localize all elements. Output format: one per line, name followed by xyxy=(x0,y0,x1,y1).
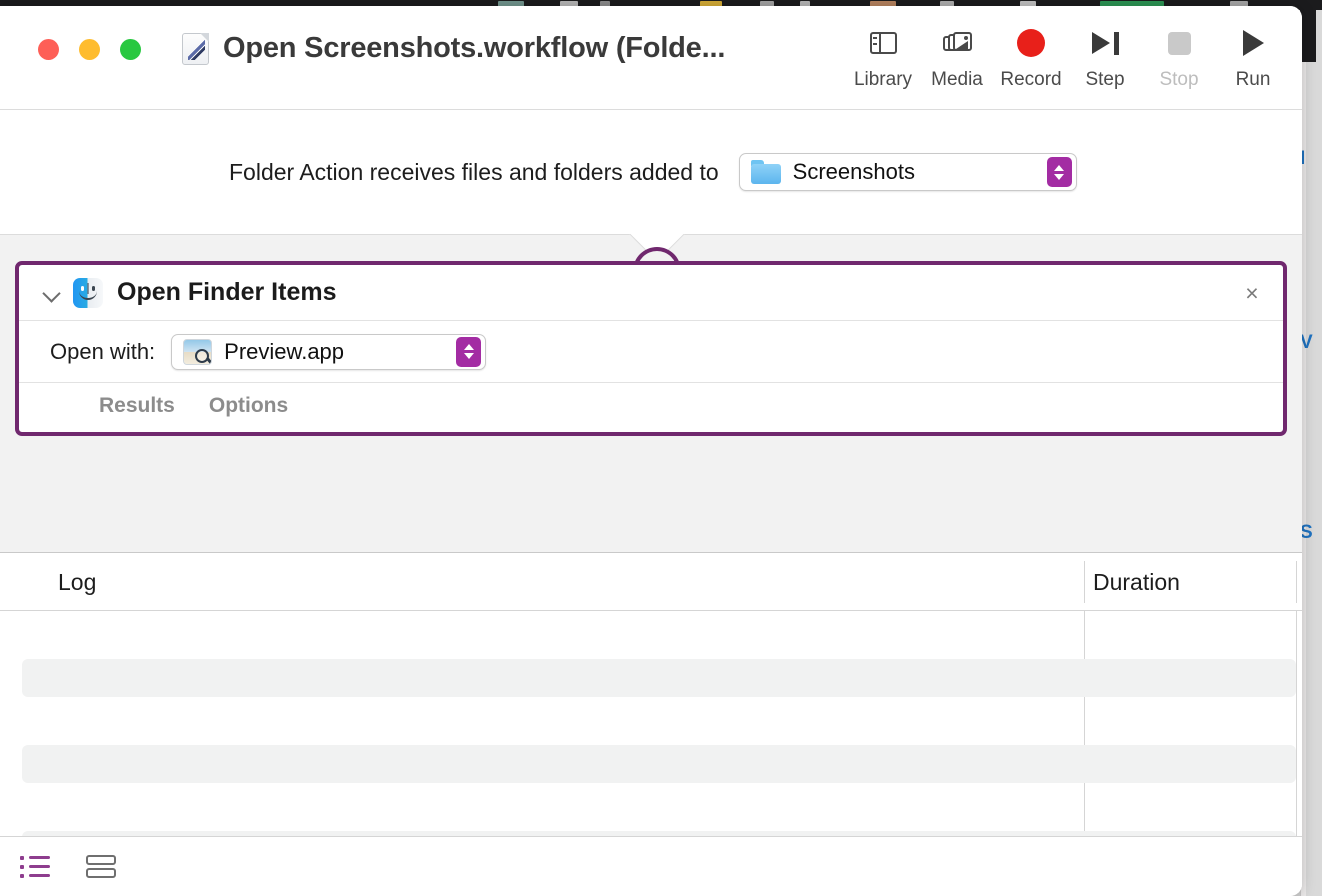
folder-popup-value: Screenshots xyxy=(792,159,915,184)
action-card-open-finder-items[interactable]: Open Finder Items × Open with: Preview.a… xyxy=(15,261,1287,436)
column-header-log[interactable]: Log xyxy=(58,569,96,596)
stop-square-icon xyxy=(1153,22,1205,64)
log-column-divider-2 xyxy=(1296,611,1297,859)
close-window-button[interactable] xyxy=(38,39,59,60)
log-column-divider-1 xyxy=(1084,611,1085,859)
open-with-popup-stepper-icon[interactable] xyxy=(456,336,482,367)
record-circle-icon xyxy=(1005,22,1057,64)
split-view-icon[interactable] xyxy=(86,854,116,879)
action-title: Open Finder Items xyxy=(117,278,337,306)
toolbar-button-step[interactable]: Step xyxy=(1068,22,1142,91)
folder-action-receives-row: Folder Action receives files and folders… xyxy=(0,110,1302,235)
step-forward-icon xyxy=(1079,22,1131,64)
tab-options[interactable]: Options xyxy=(209,394,288,418)
table-row[interactable] xyxy=(22,659,1296,697)
library-sidebar-icon xyxy=(857,22,909,64)
titlebar: Open Screenshots.workflow (Folde... Libr… xyxy=(0,6,1302,110)
media-photos-icon xyxy=(931,22,983,64)
list-view-icon[interactable] xyxy=(20,855,50,878)
action-card-header: Open Finder Items × xyxy=(19,265,1283,321)
action-card-tabs: Results Options xyxy=(19,383,1283,429)
log-table-header: Log Duration xyxy=(0,553,1302,611)
toolbar-label-media: Media xyxy=(931,69,983,90)
window-title-group: Open Screenshots.workflow (Folde... xyxy=(182,32,725,65)
column-separator-2[interactable] xyxy=(1296,561,1297,603)
window-title: Open Screenshots.workflow (Folde... xyxy=(223,32,726,64)
toolbar-button-run[interactable]: Run xyxy=(1216,22,1290,91)
toolbar-label-step: Step xyxy=(1085,69,1125,90)
screen: I V S Open Screenshots.workflow (Folde..… xyxy=(0,0,1322,896)
folder-popup-button[interactable]: Screenshots xyxy=(738,153,1077,191)
finder-face-icon xyxy=(73,277,103,308)
toolbar-button-record[interactable]: Record xyxy=(994,22,1068,91)
minimize-window-button[interactable] xyxy=(79,39,100,60)
blue-folder-icon xyxy=(750,160,781,184)
run-play-icon xyxy=(1227,22,1279,64)
close-icon[interactable]: × xyxy=(1239,280,1265,306)
tab-results[interactable]: Results xyxy=(99,394,175,418)
toolbar-label-run: Run xyxy=(1235,69,1271,90)
receives-label: Folder Action receives files and folders… xyxy=(229,158,719,185)
open-with-popup-value: Preview.app xyxy=(224,338,345,364)
open-with-label: Open with: xyxy=(50,338,156,364)
toolbar-label-stop: Stop xyxy=(1159,69,1199,90)
workflow-document-icon xyxy=(182,32,209,65)
column-header-duration[interactable]: Duration xyxy=(1093,569,1180,596)
toolbar-button-stop: Stop xyxy=(1142,22,1216,91)
background-dark-strip xyxy=(1300,10,1316,62)
preview-app-icon xyxy=(183,338,213,365)
toolbar-button-media[interactable]: Media xyxy=(920,22,994,91)
toolbar-button-library[interactable]: Library xyxy=(846,22,920,91)
workflow-canvas: Open Finder Items × Open with: Preview.a… xyxy=(0,234,1302,553)
automator-window: Open Screenshots.workflow (Folde... Libr… xyxy=(0,6,1302,896)
background-text-fragment-2: V xyxy=(1300,332,1313,353)
toolbar: Library Media Record Step Stop Run xyxy=(846,22,1290,91)
background-text-fragment-1: I xyxy=(1300,148,1306,169)
action-card-body: Open with: Preview.app xyxy=(19,321,1283,383)
background-text-fragment-3: S xyxy=(1300,522,1313,543)
column-separator-1[interactable] xyxy=(1084,561,1085,603)
traffic-lights xyxy=(38,39,141,60)
table-row[interactable] xyxy=(22,745,1296,783)
folder-popup-stepper-icon[interactable] xyxy=(1046,157,1072,187)
chevron-down-icon[interactable] xyxy=(41,282,63,304)
zoom-window-button[interactable] xyxy=(120,39,141,60)
bottom-toolbar xyxy=(0,836,1302,896)
open-with-popup-button[interactable]: Preview.app xyxy=(171,333,487,370)
toolbar-label-library: Library xyxy=(853,69,913,90)
toolbar-label-record: Record xyxy=(1000,69,1062,90)
